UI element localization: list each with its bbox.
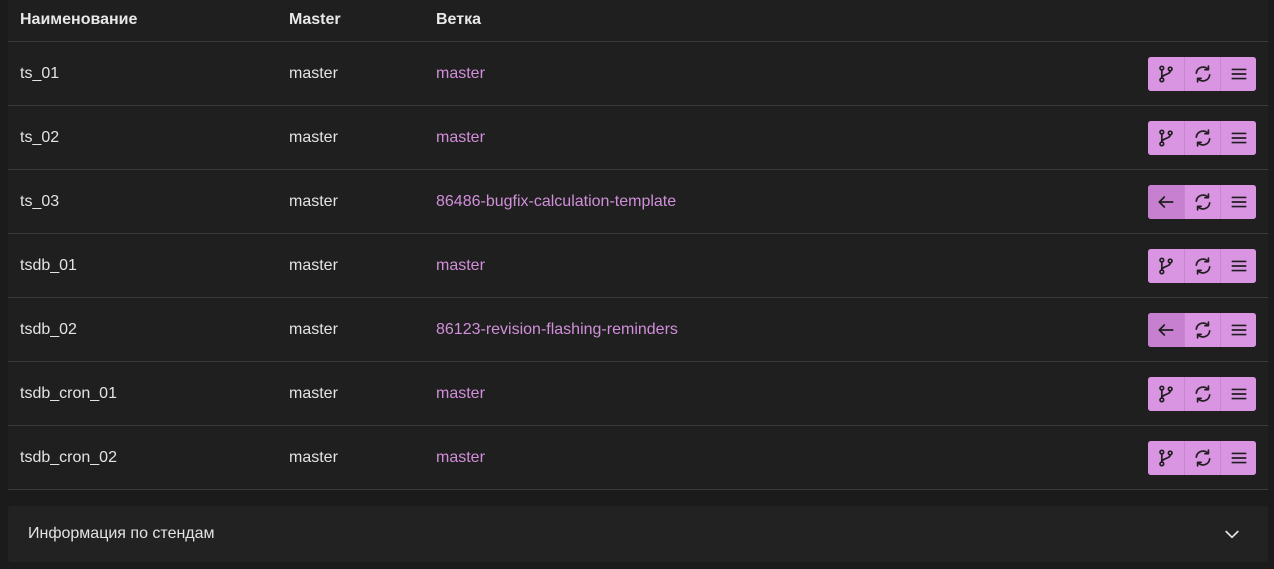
row-master: master [289,129,338,146]
back-to-master-button[interactable] [1148,185,1184,219]
stands-table: Наименование Master Ветка ts_01 master mas… [8,0,1268,490]
table-row: tsdb_cron_01 master master [8,362,1268,426]
menu-button[interactable] [1220,249,1256,283]
menu-button[interactable] [1220,57,1256,91]
row-branch[interactable]: master [436,234,485,297]
refresh-icon [1193,192,1213,212]
menu-button[interactable] [1220,185,1256,219]
switch-branch-button[interactable] [1148,441,1184,475]
branch-icon [1156,448,1176,468]
row-branch[interactable]: master [436,106,485,169]
row-branch[interactable]: master [436,362,485,425]
menu-button[interactable] [1220,121,1256,155]
row-branch[interactable]: 86486-bugfix-calculation-template [436,170,676,233]
row-master: master [289,257,338,274]
menu-icon [1229,320,1249,340]
refresh-icon [1193,256,1213,276]
refresh-button[interactable] [1184,57,1220,91]
row-name: tsdb_cron_01 [20,385,117,402]
menu-icon [1229,256,1249,276]
table-row: ts_02 master master [8,106,1268,170]
row-name: tsdb_02 [20,321,77,338]
row-actions [1148,313,1256,347]
stands-info-panel[interactable]: Информация по стендам [8,506,1268,562]
switch-branch-button[interactable] [1148,249,1184,283]
row-branch[interactable]: master [436,42,485,105]
menu-icon [1229,64,1249,84]
header-branch: Ветка [436,11,481,28]
refresh-button[interactable] [1184,377,1220,411]
refresh-button[interactable] [1184,441,1220,475]
refresh-icon [1193,448,1213,468]
row-name: ts_02 [20,129,60,146]
table-row: tsdb_01 master master [8,234,1268,298]
row-master: master [289,321,338,338]
refresh-button[interactable] [1184,249,1220,283]
arrow-left-icon [1156,192,1176,212]
back-to-master-button[interactable] [1148,313,1184,347]
menu-icon [1229,448,1249,468]
table-header: Наименование Master Ветка [8,0,1268,42]
menu-icon [1229,128,1249,148]
menu-button[interactable] [1220,377,1256,411]
row-actions [1148,441,1256,475]
row-actions [1148,249,1256,283]
branch-icon [1156,128,1176,148]
refresh-button[interactable] [1184,313,1220,347]
row-actions [1148,185,1256,219]
table-row: tsdb_02 master 86123-revision-flashing-rem… [8,298,1268,362]
row-name: tsdb_01 [20,257,77,274]
menu-button[interactable] [1220,441,1256,475]
menu-icon [1229,192,1249,212]
row-master: master [289,193,338,210]
table-row: ts_01 master master [8,42,1268,106]
header-name: Наименование [20,11,138,28]
row-branch[interactable]: master [436,426,485,489]
refresh-icon [1193,64,1213,84]
row-actions [1148,121,1256,155]
row-name: ts_01 [20,65,60,82]
row-master: master [289,65,338,82]
refresh-icon [1193,384,1213,404]
branch-icon [1156,64,1176,84]
branch-icon [1156,384,1176,404]
header-master: Master [289,11,341,28]
panel-title: Информация по стендам [28,525,215,542]
row-name: tsdb_cron_02 [20,449,117,466]
row-actions [1148,377,1256,411]
branch-icon [1156,256,1176,276]
switch-branch-button[interactable] [1148,121,1184,155]
refresh-button[interactable] [1184,185,1220,219]
row-branch[interactable]: 86123-revision-flashing-reminders [436,298,678,361]
menu-button[interactable] [1220,313,1256,347]
menu-icon [1229,384,1249,404]
row-actions [1148,57,1256,91]
table-row: tsdb_cron_02 master master [8,426,1268,490]
refresh-icon [1193,320,1213,340]
refresh-icon [1193,128,1213,148]
switch-branch-button[interactable] [1148,57,1184,91]
table-row: ts_03 master 86486-bugfix-calculation-temp… [8,170,1268,234]
chevron-down-icon[interactable] [1222,524,1242,544]
switch-branch-button[interactable] [1148,377,1184,411]
row-name: ts_03 [20,193,60,210]
arrow-left-icon [1156,320,1176,340]
row-master: master [289,385,338,402]
refresh-button[interactable] [1184,121,1220,155]
row-master: master [289,449,338,466]
